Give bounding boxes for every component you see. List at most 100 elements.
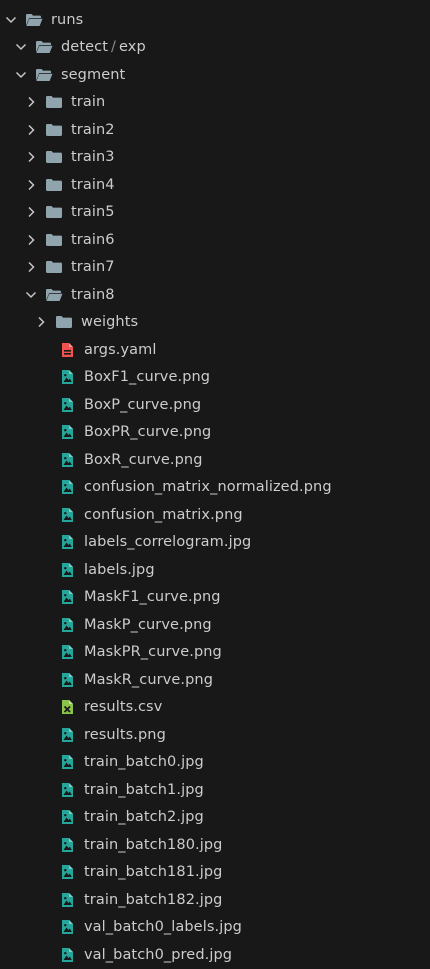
tree-file-maskp-curve-png[interactable]: MaskP_curve.png (0, 611, 430, 639)
chevron-right-icon[interactable] (24, 95, 38, 109)
tree-item-label: BoxPR_curve.png (84, 424, 212, 441)
tree-item-label: MaskP_curve.png (84, 616, 212, 633)
chevron-right-icon[interactable] (34, 315, 48, 329)
tree-file-train-batch182-jpg[interactable]: train_batch182.jpg (0, 886, 430, 914)
tree-file-confusion-matrix-png[interactable]: confusion_matrix.png (0, 501, 430, 529)
tree-item-label: train6 (71, 231, 115, 248)
tree-item-label: train_batch181.jpg (84, 864, 223, 881)
chevron-down-icon[interactable] (4, 13, 18, 27)
chevron-right-icon[interactable] (24, 260, 38, 274)
tree-item-label: BoxF1_curve.png (84, 369, 211, 386)
image-file-icon (58, 782, 76, 798)
tree-file-val-batch0-labels-jpg[interactable]: val_batch0_labels.jpg (0, 914, 430, 942)
tree-item-label: labels.jpg (84, 561, 155, 578)
chevron-right-icon[interactable] (24, 178, 38, 192)
compact-folder-exp[interactable]: exp (119, 39, 146, 55)
tree-item-train6[interactable]: train6 (0, 226, 430, 254)
tree-file-train-batch181-jpg[interactable]: train_batch181.jpg (0, 859, 430, 887)
tree-item-label: train3 (71, 149, 115, 166)
image-file-icon (58, 892, 76, 908)
chevron-right-icon[interactable] (24, 205, 38, 219)
folder-icon (55, 314, 73, 330)
tree-item-train4[interactable]: train4 (0, 171, 430, 199)
tree-file-labels-jpg[interactable]: labels.jpg (0, 556, 430, 584)
folder-open-icon (25, 12, 43, 28)
chevron-right-icon[interactable] (24, 123, 38, 137)
chevron-down-icon[interactable] (14, 40, 28, 54)
folder-open-icon (45, 287, 63, 303)
tree-item-label: BoxR_curve.png (84, 451, 203, 468)
folder-icon (45, 259, 63, 275)
tree-item-label: train_batch180.jpg (84, 836, 223, 853)
image-file-icon (58, 369, 76, 385)
compact-folder-detect[interactable]: detect (61, 39, 108, 55)
image-file-icon (58, 837, 76, 853)
tree-file-maskr-curve-png[interactable]: MaskR_curve.png (0, 666, 430, 694)
chevron-right-icon[interactable] (24, 233, 38, 247)
tree-file-args-yaml[interactable]: args.yaml (0, 336, 430, 364)
image-file-icon (58, 479, 76, 495)
image-file-icon (58, 672, 76, 688)
tree-file-maskpr-curve-png[interactable]: MaskPR_curve.png (0, 639, 430, 667)
tree-item-segment[interactable]: segment (0, 61, 430, 89)
tree-item-label: train2 (71, 121, 115, 138)
tree-item-detect-exp[interactable]: detect / exp (0, 34, 430, 62)
folder-icon (45, 232, 63, 248)
tree-file-train-batch0-jpg[interactable]: train_batch0.jpg (0, 749, 430, 777)
tree-file-train-batch180-jpg[interactable]: train_batch180.jpg (0, 831, 430, 859)
tree-item-label: weights (81, 314, 139, 331)
tree-file-boxf1-curve-png[interactable]: BoxF1_curve.png (0, 364, 430, 392)
tree-item-label: train (71, 94, 106, 111)
tree-item-label: confusion_matrix_normalized.png (84, 479, 332, 496)
tree-item-label: train4 (71, 176, 115, 193)
tree-item-label: runs (51, 11, 84, 28)
image-file-icon (58, 809, 76, 825)
image-file-icon (58, 754, 76, 770)
tree-item-train3[interactable]: train3 (0, 144, 430, 172)
tree-file-train-batch2-jpg[interactable]: train_batch2.jpg (0, 804, 430, 832)
folder-icon (45, 149, 63, 165)
tree-file-boxr-curve-png[interactable]: BoxR_curve.png (0, 446, 430, 474)
chevron-down-icon[interactable] (14, 68, 28, 82)
tree-item-label: labels_correlogram.jpg (84, 534, 252, 551)
tree-item-train2[interactable]: train2 (0, 116, 430, 144)
tree-item-weights[interactable]: weights (0, 309, 430, 337)
image-file-icon (58, 727, 76, 743)
tree-file-train-batch1-jpg[interactable]: train_batch1.jpg (0, 776, 430, 804)
tree-file-maskf1-curve-png[interactable]: MaskF1_curve.png (0, 584, 430, 612)
tree-file-results-csv[interactable]: results.csv (0, 694, 430, 722)
tree-file-boxpr-curve-png[interactable]: BoxPR_curve.png (0, 419, 430, 447)
folder-icon (45, 94, 63, 110)
tree-file-labels-correlogram-jpg[interactable]: labels_correlogram.jpg (0, 529, 430, 557)
tree-file-boxp-curve-png[interactable]: BoxP_curve.png (0, 391, 430, 419)
folder-icon (45, 122, 63, 138)
image-file-icon (58, 534, 76, 550)
tree-item-label: train_batch2.jpg (84, 809, 204, 826)
image-file-icon (58, 947, 76, 963)
tree-item-label: train_batch1.jpg (84, 781, 204, 798)
folder-open-icon (35, 39, 53, 55)
chevron-down-icon[interactable] (24, 288, 38, 302)
tree-file-confusion-matrix-normalized-png[interactable]: confusion_matrix_normalized.png (0, 474, 430, 502)
tree-item-runs[interactable]: runs (0, 6, 430, 34)
image-file-icon (58, 864, 76, 880)
tree-item-train[interactable]: train (0, 89, 430, 117)
tree-file-val-batch0-pred-jpg[interactable]: val_batch0_pred.jpg (0, 941, 430, 969)
tree-item-label: train5 (71, 204, 115, 221)
chevron-right-icon[interactable] (24, 150, 38, 164)
tree-item-train7[interactable]: train7 (0, 254, 430, 282)
folder-icon (45, 177, 63, 193)
tree-item-train5[interactable]: train5 (0, 199, 430, 227)
yaml-file-icon (58, 342, 76, 358)
tree-item-label: MaskF1_curve.png (84, 589, 221, 606)
folder-open-icon (35, 67, 53, 83)
tree-item-label: MaskR_curve.png (84, 671, 214, 688)
image-file-icon (58, 452, 76, 468)
tree-item-train8[interactable]: train8 (0, 281, 430, 309)
image-file-icon (58, 919, 76, 935)
image-file-icon (58, 507, 76, 523)
tree-item-label: segment (61, 66, 126, 83)
tree-file-results-png[interactable]: results.png (0, 721, 430, 749)
tree-item-label: val_batch0_labels.jpg (84, 919, 242, 936)
image-file-icon (58, 424, 76, 440)
